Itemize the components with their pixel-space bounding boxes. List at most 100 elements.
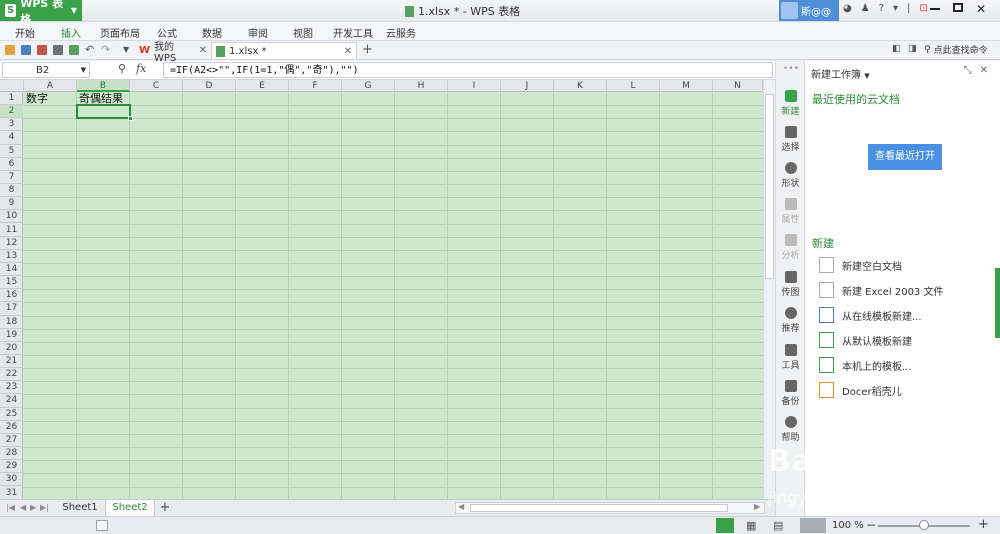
- tab-file[interactable]: 1.xlsx * ✕: [211, 42, 357, 59]
- update-icon[interactable]: ⊡: [919, 3, 927, 14]
- pane-toggle-handle[interactable]: [995, 268, 1000, 338]
- local-template-item[interactable]: 本机上的模板...: [819, 357, 912, 373]
- menu-start[interactable]: 开始: [15, 25, 35, 40]
- row-header[interactable]: 2: [0, 105, 23, 119]
- more-icon[interactable]: •••: [783, 64, 799, 74]
- column-header[interactable]: H: [395, 80, 448, 92]
- fill-handle[interactable]: [128, 116, 133, 121]
- last-sheet-icon[interactable]: ▶|: [40, 503, 49, 512]
- row-header[interactable]: 14: [0, 263, 23, 277]
- prev-sheet-icon[interactable]: ◀: [20, 503, 26, 512]
- row-header[interactable]: 27: [0, 434, 23, 448]
- formula-input[interactable]: =IF(A2<>"",IF(1=1,"偶","奇"),""): [163, 62, 773, 78]
- row-header[interactable]: 15: [0, 276, 23, 290]
- new-excel2003-item[interactable]: 新建 Excel 2003 文件: [819, 282, 943, 298]
- spreadsheet-grid[interactable]: A B C D E F G H I J K L M N 1 2 3 4 5 6 7 8 9 10 1…: [0, 80, 775, 499]
- row-header[interactable]: 8: [0, 184, 23, 198]
- sidebar-item-properties[interactable]: 属性: [776, 198, 805, 225]
- close-icon[interactable]: ✕: [344, 46, 352, 57]
- column-header[interactable]: K: [554, 80, 607, 92]
- menu-developer[interactable]: 开发工具: [333, 25, 373, 40]
- column-header[interactable]: B: [77, 80, 130, 92]
- close-button[interactable]: ✕: [976, 2, 986, 16]
- zoom-slider-thumb[interactable]: [919, 520, 929, 530]
- column-header[interactable]: E: [236, 80, 289, 92]
- sheet-tab-sheet2[interactable]: Sheet2: [105, 500, 155, 516]
- print-preview-icon[interactable]: [69, 45, 79, 55]
- row-header[interactable]: 23: [0, 381, 23, 395]
- page-break-view-icon[interactable]: ▦: [746, 519, 756, 532]
- row-header[interactable]: 12: [0, 237, 23, 250]
- view-recent-button[interactable]: 查看最近打开: [868, 144, 942, 170]
- row-header[interactable]: 10: [0, 210, 23, 224]
- column-header[interactable]: G: [342, 80, 395, 92]
- sidebar-item-backup[interactable]: 备份: [776, 380, 805, 407]
- zoom-out-button[interactable]: −: [866, 518, 876, 532]
- sidebar-item-select[interactable]: 选择: [776, 126, 805, 153]
- row-header[interactable]: 20: [0, 342, 23, 355]
- row-header[interactable]: 5: [0, 145, 23, 158]
- row-header[interactable]: 11: [0, 224, 23, 237]
- row-header[interactable]: 18: [0, 316, 23, 329]
- row-header[interactable]: 4: [0, 131, 23, 145]
- row-header[interactable]: 21: [0, 355, 23, 369]
- open-icon[interactable]: [5, 45, 15, 55]
- row-header[interactable]: 7: [0, 171, 23, 185]
- next-sheet-icon[interactable]: ▶: [30, 503, 36, 512]
- add-sheet-button[interactable]: +: [157, 500, 173, 516]
- new-from-default-template-item[interactable]: 从默认模板新建: [819, 332, 912, 348]
- row-header[interactable]: 28: [0, 447, 23, 461]
- docer-item[interactable]: Docer稻壳儿: [819, 382, 902, 398]
- row-header[interactable]: 29: [0, 460, 23, 474]
- minimize-button[interactable]: [930, 2, 940, 10]
- sheet-tab-sheet1[interactable]: Sheet1: [55, 500, 105, 516]
- sidebar-item-analysis[interactable]: 分析: [776, 234, 805, 261]
- row-header[interactable]: 26: [0, 421, 23, 434]
- column-header[interactable]: A: [24, 80, 77, 92]
- row-header[interactable]: 9: [0, 197, 23, 211]
- row-header[interactable]: 3: [0, 118, 23, 132]
- first-sheet-icon[interactable]: |◀: [6, 503, 15, 512]
- sidebar-item-new[interactable]: 新建: [776, 90, 805, 117]
- row-header[interactable]: 1: [0, 92, 23, 106]
- row-header[interactable]: 30: [0, 473, 23, 487]
- customize-toolbar-icon[interactable]: ▼: [123, 45, 129, 54]
- scroll-thumb[interactable]: [765, 94, 774, 279]
- column-header[interactable]: I: [448, 80, 501, 92]
- select-all-corner[interactable]: [0, 80, 24, 92]
- skin-icon[interactable]: ◕: [843, 3, 852, 14]
- new-blank-doc-item[interactable]: 新建空白文档: [819, 257, 902, 273]
- scroll-left-icon[interactable]: ◀: [458, 502, 464, 511]
- row-header[interactable]: 22: [0, 368, 23, 382]
- new-tab-button[interactable]: +: [362, 42, 373, 57]
- close-icon[interactable]: ✕: [199, 45, 207, 56]
- menu-data[interactable]: 数据: [202, 25, 222, 40]
- column-header[interactable]: L: [607, 80, 660, 92]
- row-header[interactable]: 16: [0, 289, 23, 303]
- app-menu-button[interactable]: S WPS 表格 ▼: [0, 0, 82, 26]
- row-header[interactable]: 17: [0, 302, 23, 316]
- undo-icon[interactable]: ↶: [85, 43, 94, 56]
- export-pdf-icon[interactable]: [37, 45, 47, 55]
- row-header[interactable]: 31: [0, 487, 23, 499]
- zoom-level[interactable]: 100 %: [832, 520, 864, 531]
- sidebar-item-tools[interactable]: 工具: [776, 344, 805, 371]
- collapse-ribbon-icon[interactable]: ◨: [908, 44, 917, 54]
- column-header[interactable]: F: [289, 80, 342, 92]
- maximize-button[interactable]: [953, 3, 963, 12]
- eye-protection-button[interactable]: [800, 518, 826, 533]
- fx-icon[interactable]: fx: [136, 62, 146, 75]
- command-search[interactable]: ⚲ 点此查找命令: [924, 43, 988, 57]
- scroll-thumb[interactable]: [470, 504, 728, 512]
- column-header[interactable]: N: [713, 80, 763, 92]
- macro-icon[interactable]: [96, 520, 108, 531]
- print-icon[interactable]: [53, 45, 63, 55]
- menu-insert[interactable]: 插入: [61, 25, 81, 40]
- zoom-icon[interactable]: ⚲: [118, 62, 126, 75]
- cell-A1[interactable]: 数字: [26, 92, 48, 105]
- menu-page-layout[interactable]: 页面布局: [100, 25, 140, 40]
- user-account[interactable]: 斯@@: [779, 0, 839, 21]
- close-icon[interactable]: ✕: [980, 65, 988, 76]
- sidebar-item-upload-image[interactable]: 传图: [776, 271, 805, 298]
- column-header[interactable]: M: [660, 80, 713, 92]
